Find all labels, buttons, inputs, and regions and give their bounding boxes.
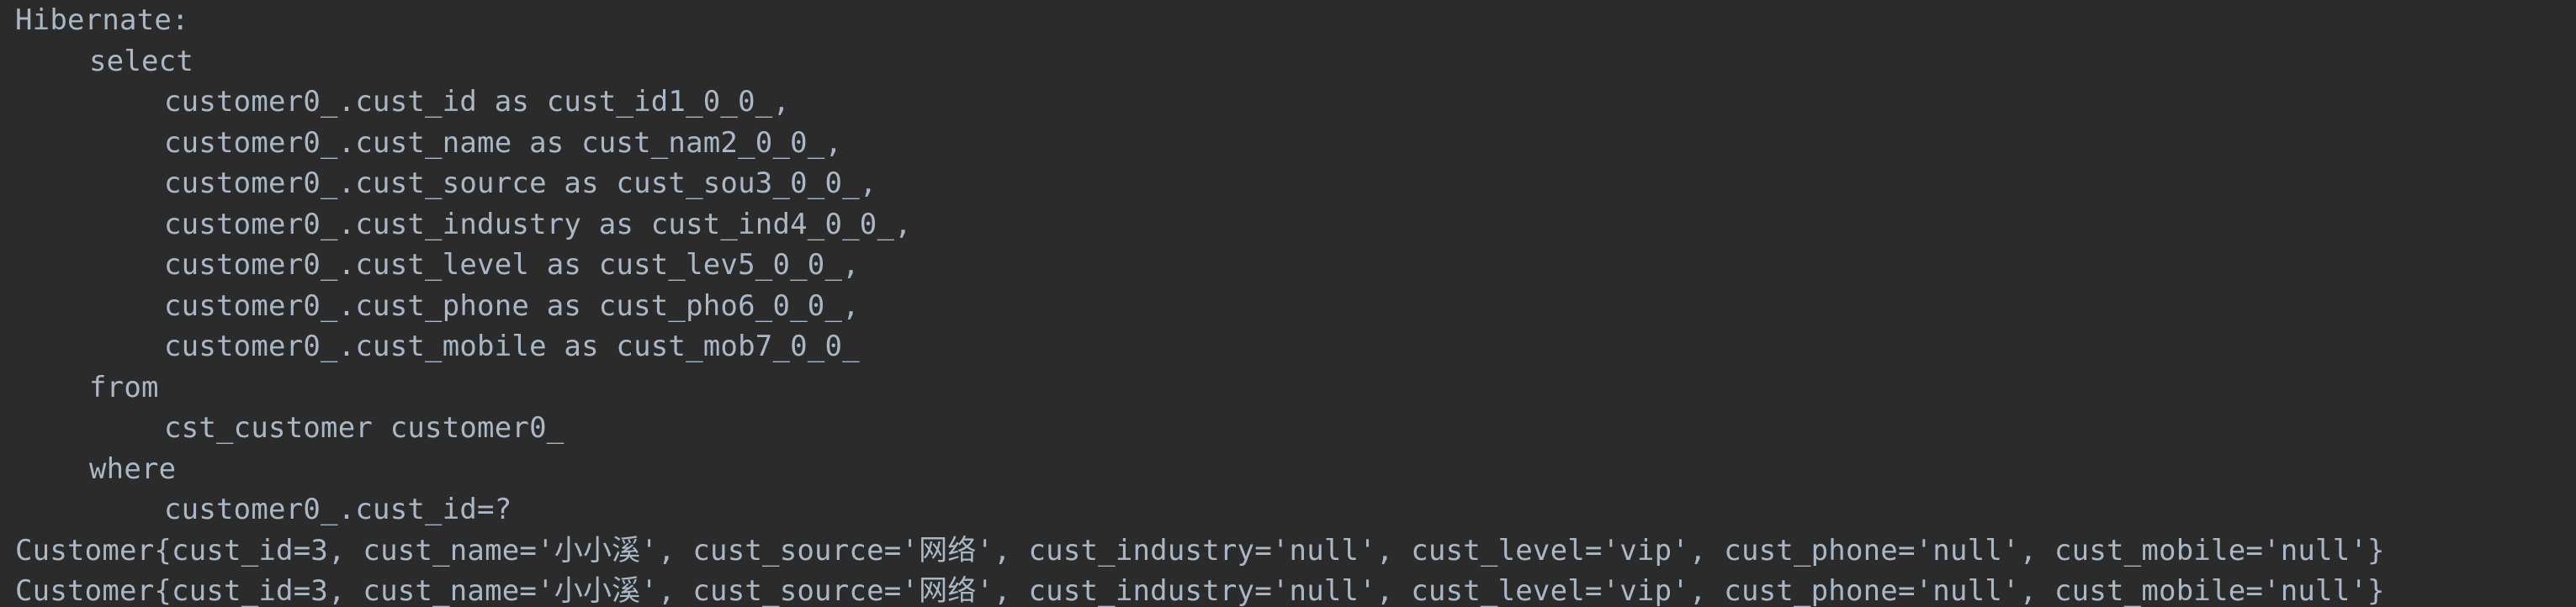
console-line: from bbox=[89, 370, 159, 404]
console-line: Customer{cust_id=3, cust_name='小小溪', cus… bbox=[15, 533, 2385, 567]
console-line: Hibernate: bbox=[15, 3, 189, 37]
console-line: customer0_.cust_industry as cust_ind4_0_… bbox=[164, 207, 912, 241]
console-line: Customer{cust_id=3, cust_name='小小溪', cus… bbox=[15, 574, 2385, 607]
console-line: customer0_.cust_id as cust_id1_0_0_, bbox=[164, 85, 791, 119]
console-line: customer0_.cust_id=? bbox=[164, 493, 512, 526]
console-line: cst_customer customer0_ bbox=[164, 411, 564, 445]
console-line: customer0_.cust_phone as cust_pho6_0_0_, bbox=[164, 288, 860, 323]
console-line: select bbox=[89, 44, 194, 78]
console-line: customer0_.cust_level as cust_lev5_0_0_, bbox=[164, 248, 860, 282]
console-output: Hibernate: select customer0_.cust_id as … bbox=[0, 0, 2576, 607]
console-line: where bbox=[89, 451, 177, 486]
console-line: customer0_.cust_name as cust_nam2_0_0_, bbox=[164, 125, 843, 160]
console-line: customer0_.cust_mobile as cust_mob7_0_0_ bbox=[164, 330, 860, 363]
console-line: customer0_.cust_source as cust_sou3_0_0_… bbox=[164, 166, 877, 200]
